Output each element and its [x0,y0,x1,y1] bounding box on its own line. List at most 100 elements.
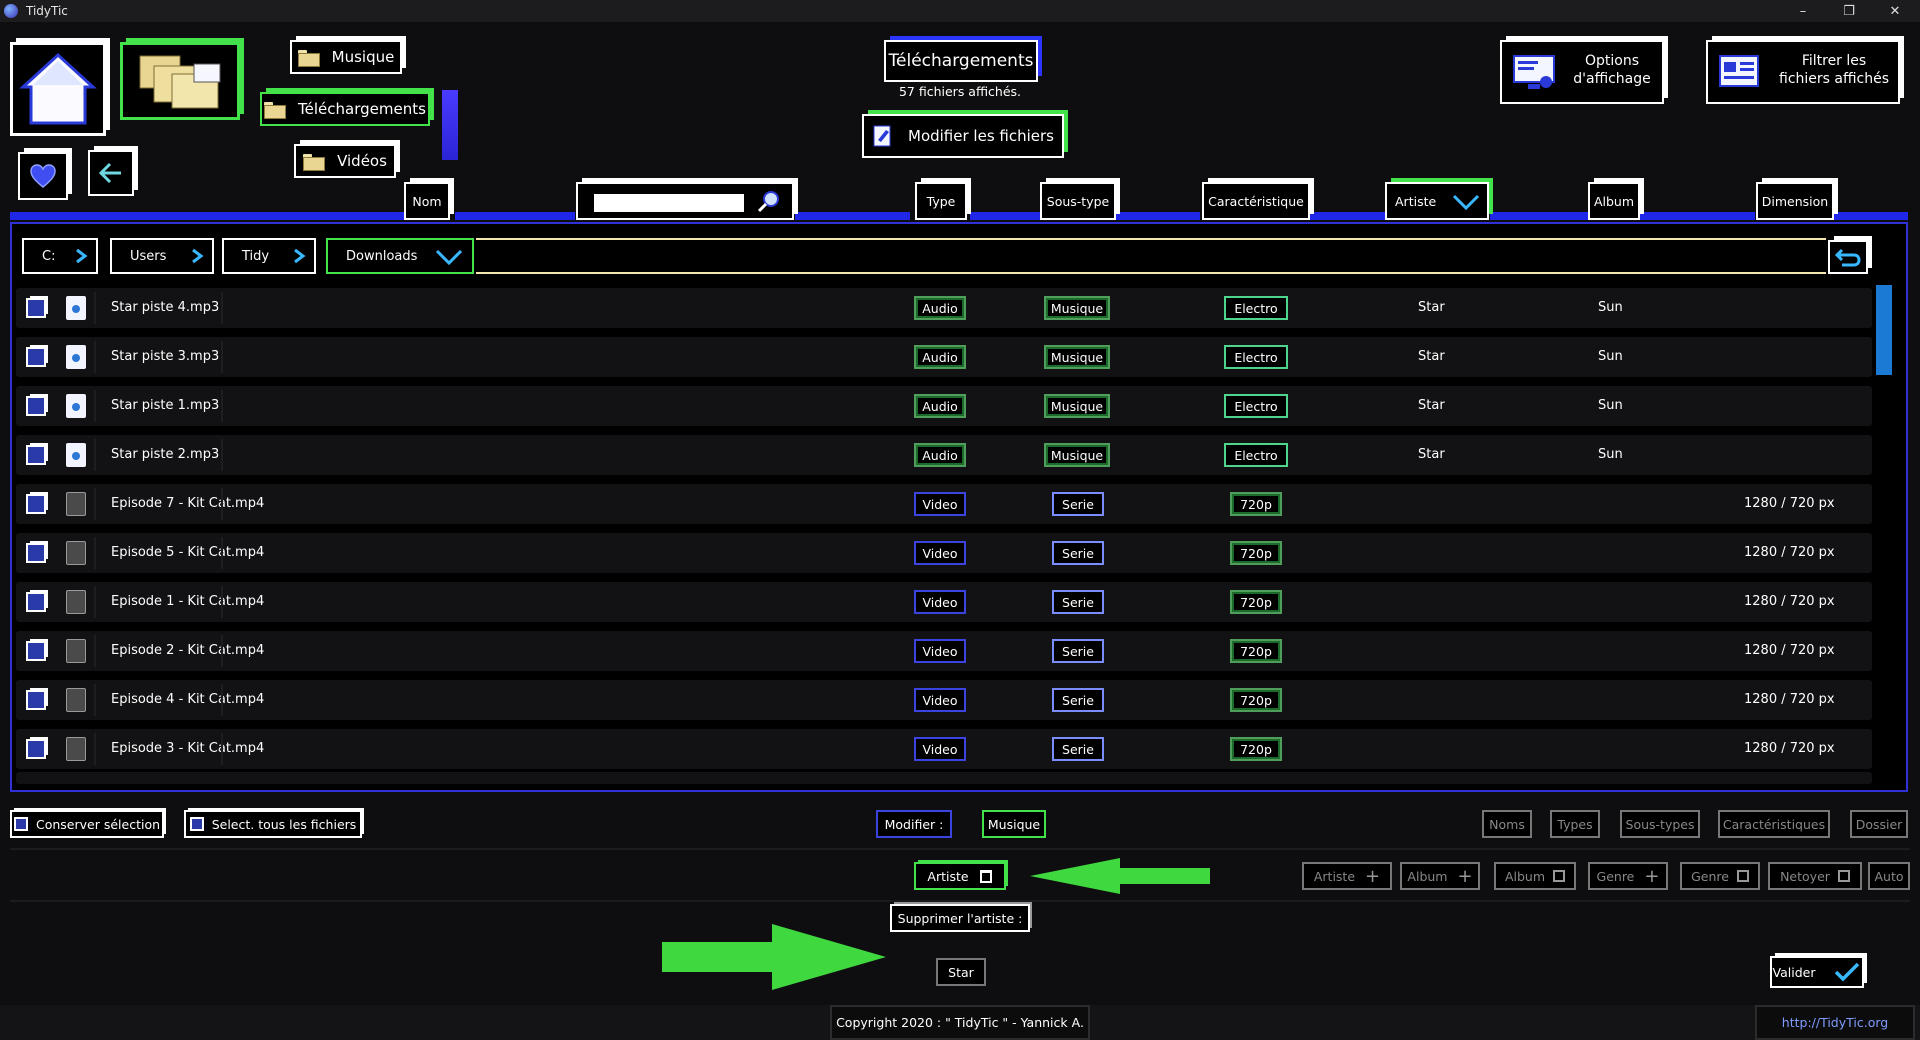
validate-button[interactable]: Valider [1770,956,1864,988]
type-badge[interactable]: Video [914,590,966,614]
column-header-nom[interactable]: Nom [404,182,450,220]
column-header-artiste[interactable]: Artiste [1385,182,1489,220]
feature-badge[interactable]: 720p [1230,688,1282,712]
filter-files-button[interactable]: Filtrer les fichiers affichés [1706,40,1900,104]
table-row[interactable]: Star piste 2.mp3 Audio Musique Electro Star S… [16,435,1872,475]
delete-album-button[interactable]: Album [1494,862,1576,890]
feature-badge[interactable]: 720p [1230,639,1282,663]
type-badge[interactable]: Video [914,688,966,712]
table-row[interactable]: Star piste 3.mp3 Audio Musique Electro Star S… [16,337,1872,377]
row-checkbox[interactable] [26,739,46,759]
artist-value-star[interactable]: Star [936,958,986,986]
table-row[interactable]: Star piste 4.mp3 Audio Musique Electro Star S… [16,288,1872,328]
nav-musique-button[interactable]: Musique [290,40,402,74]
clean-button[interactable]: Netoyer [1768,862,1862,890]
table-row[interactable]: Episode 4 - Kit Cat.mp4 Video Serie 720p 128… [16,680,1872,720]
breadcrumb-item-users[interactable]: Users [110,238,214,274]
display-options-button[interactable]: Options d'affichage [1500,40,1664,104]
auto-button[interactable]: Auto [1868,862,1910,890]
type-badge[interactable]: Video [914,541,966,565]
breadcrumb-item-c[interactable]: C: [22,238,98,274]
feature-badge[interactable]: Electro [1224,345,1288,369]
minimize-button[interactable]: – [1780,0,1826,22]
row-checkbox[interactable] [26,592,46,612]
feature-badge[interactable]: Electro [1224,394,1288,418]
row-checkbox[interactable] [26,494,46,514]
artist-value: Star [1418,300,1445,315]
heart-icon [30,164,56,188]
filter-noms-button[interactable]: Noms [1482,810,1532,838]
musique-selector[interactable]: Musique [982,810,1046,838]
keep-selection-button[interactable]: Conserver sélection [10,810,164,838]
subtype-badge[interactable]: Serie [1052,639,1104,663]
back-button[interactable] [88,150,134,196]
column-header-type[interactable]: Type [915,182,967,220]
row-checkbox[interactable] [26,347,46,367]
filter-caracteristiques-button[interactable]: Caractéristiques [1718,810,1830,838]
subtype-badge[interactable]: Musique [1044,296,1110,320]
row-checkbox[interactable] [26,543,46,563]
search-input[interactable] [594,194,744,212]
filter-types-button[interactable]: Types [1550,810,1600,838]
feature-badge[interactable]: 720p [1230,737,1282,761]
artiste-field-button[interactable]: Artiste [914,862,1006,890]
home-button[interactable] [10,42,106,136]
column-header-dimension[interactable]: Dimension [1756,182,1834,220]
table-row[interactable]: Episode 7 - Kit Cat.mp4 Video Serie 720p 128… [16,484,1872,524]
restore-button[interactable]: ❐ [1826,0,1872,22]
select-all-button[interactable]: Select. tous les fichiers [184,810,362,838]
table-row[interactable]: Episode 5 - Kit Cat.mp4 Video Serie 720p 128… [16,533,1872,573]
nav-telechargements-button[interactable]: Téléchargements [260,92,430,126]
favorites-button[interactable] [18,152,68,200]
table-row[interactable]: Episode 3 - Kit Cat.mp4 Video Serie 720p 128… [16,729,1872,769]
column-strip [795,212,910,220]
row-checkbox[interactable] [26,690,46,710]
table-row[interactable]: Episode 1 - Kit Cat.mp4 Video Serie 720p 128… [16,582,1872,622]
subtype-badge[interactable]: Musique [1044,443,1110,467]
column-header-caracteristique[interactable]: Caractéristique [1202,182,1310,220]
feature-badge[interactable]: Electro [1224,296,1288,320]
type-badge[interactable]: Audio [914,443,966,467]
row-checkbox[interactable] [26,445,46,465]
type-badge[interactable]: Audio [914,296,966,320]
subtype-badge[interactable]: Musique [1044,394,1110,418]
add-artiste-button[interactable]: Artiste + [1302,862,1392,890]
subtype-badge[interactable]: Serie [1052,590,1104,614]
close-button[interactable]: ✕ [1872,0,1918,22]
website-link[interactable]: http://TidyTic.org [1755,1005,1915,1040]
subtype-badge[interactable]: Serie [1052,737,1104,761]
filter-dossier-button[interactable]: Dossier [1850,810,1908,838]
breadcrumb-item-downloads[interactable]: Downloads [326,238,474,274]
type-badge[interactable]: Video [914,492,966,516]
type-badge[interactable]: Audio [914,394,966,418]
row-checkbox[interactable] [26,298,46,318]
scrollbar-thumb[interactable] [1876,285,1892,375]
type-badge[interactable]: Video [914,737,966,761]
subtype-badge[interactable]: Musique [1044,345,1110,369]
column-header-album[interactable]: Album [1588,182,1640,220]
column-header-sous-type[interactable]: Sous-type [1040,182,1116,220]
subtype-badge[interactable]: Serie [1052,688,1104,712]
breadcrumb-item-tidy[interactable]: Tidy [222,238,316,274]
path-back-button[interactable] [1828,240,1868,274]
feature-badge[interactable]: 720p [1230,541,1282,565]
table-row[interactable]: Star piste 1.mp3 Audio Musique Electro Star S… [16,386,1872,426]
type-badge[interactable]: Audio [914,345,966,369]
search-icon[interactable] [756,189,782,215]
nav-videos-button[interactable]: Vidéos [294,144,396,178]
subtype-badge[interactable]: Serie [1052,541,1104,565]
delete-genre-button[interactable]: Genre [1680,862,1760,890]
row-checkbox[interactable] [26,396,46,416]
feature-badge[interactable]: 720p [1230,492,1282,516]
feature-badge[interactable]: Electro [1224,443,1288,467]
filter-sous-types-button[interactable]: Sous-types [1620,810,1700,838]
type-badge[interactable]: Video [914,639,966,663]
feature-badge[interactable]: 720p [1230,590,1282,614]
subtype-badge[interactable]: Serie [1052,492,1104,516]
table-row[interactable]: Episode 2 - Kit Cat.mp4 Video Serie 720p 128… [16,631,1872,671]
add-genre-button[interactable]: Genre + [1588,862,1668,890]
add-album-button[interactable]: Album + [1400,862,1480,890]
modify-files-button[interactable]: Modifier les fichiers [862,114,1064,158]
row-checkbox[interactable] [26,641,46,661]
files-button[interactable] [120,42,240,120]
